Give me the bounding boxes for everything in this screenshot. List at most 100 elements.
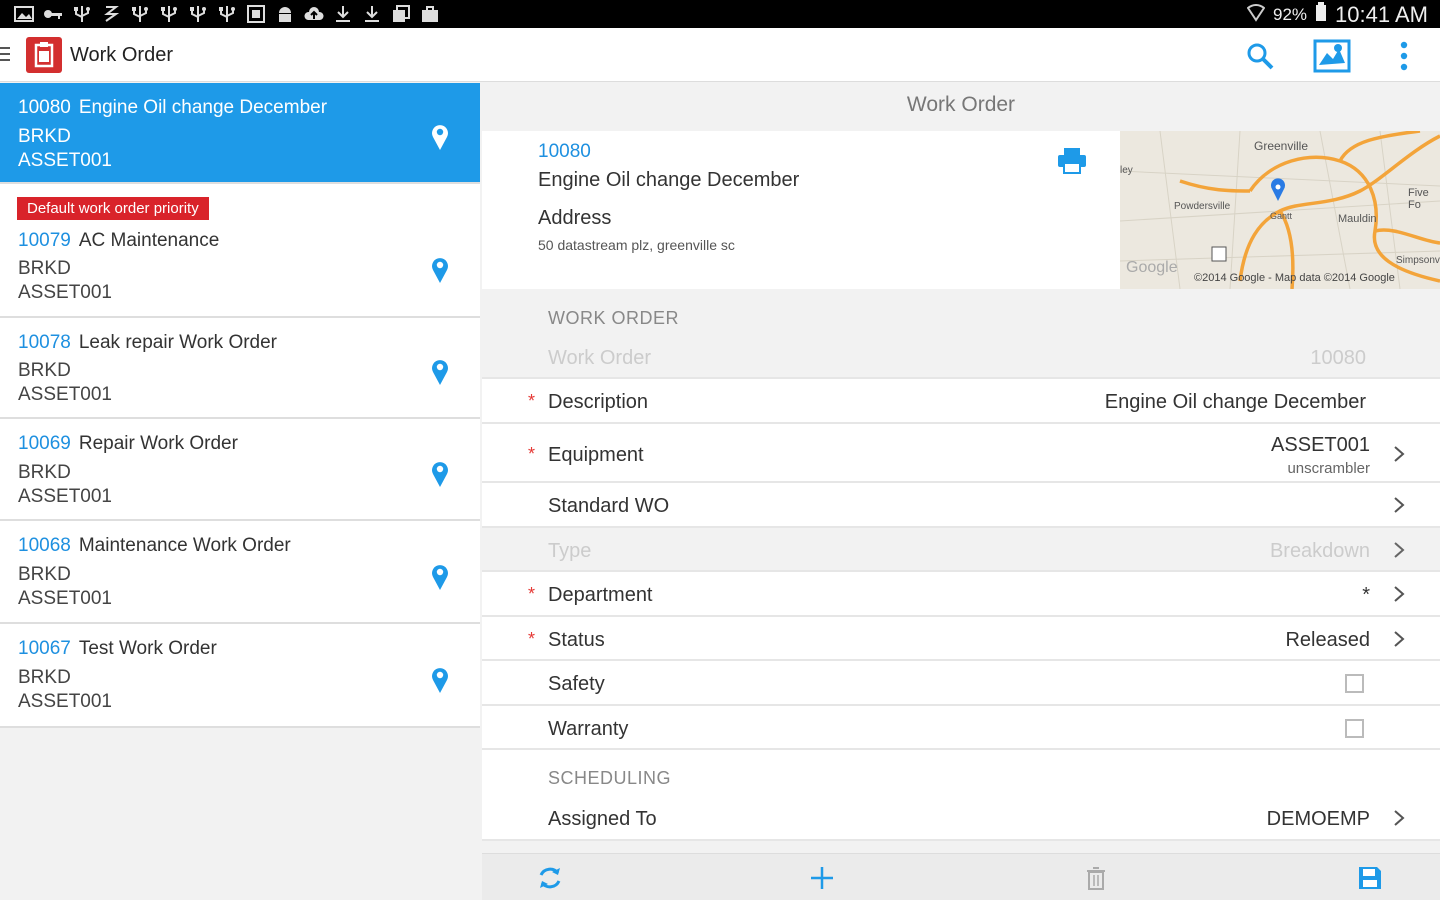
field-assigned-to[interactable]: Assigned To DEMOEMP <box>482 796 1440 841</box>
bottom-action-bar <box>482 853 1440 900</box>
field-value: DEMOEMP <box>1266 808 1370 830</box>
usb-icon <box>72 5 92 23</box>
wifi-icon <box>1246 2 1266 28</box>
work-order-title: Repair Work Order <box>78 433 238 454</box>
printer-icon <box>1058 148 1086 174</box>
copy-icon <box>391 5 411 23</box>
app-title: Work Order <box>70 44 173 66</box>
work-order-type: BRKD <box>18 360 71 381</box>
work-order-title: Test Work Order <box>78 638 217 659</box>
add-button[interactable] <box>806 862 838 894</box>
list-item[interactable]: 10078 Leak repair Work Order BRKD ASSET00… <box>0 318 480 419</box>
refresh-icon <box>539 867 561 889</box>
safety-checkbox[interactable] <box>1345 674 1364 693</box>
list-item[interactable]: 10080 Engine Oil change December BRKD ASS… <box>0 83 480 184</box>
field-department[interactable]: * Department * <box>482 572 1440 617</box>
field-value: Breakdown <box>1269 540 1370 562</box>
work-order-asset: ASSET001 <box>18 486 112 507</box>
work-order-title: Engine Oil change December <box>78 97 328 118</box>
map-label: Greenville <box>1254 139 1309 153</box>
overflow-menu-button[interactable] <box>1384 36 1424 76</box>
search-button[interactable] <box>1240 36 1280 76</box>
field-label: Status <box>548 629 605 651</box>
address-label: Address <box>538 207 612 229</box>
work-order-type: BRKD <box>18 126 71 147</box>
key-icon <box>43 5 63 23</box>
field-status[interactable]: * Status Released <box>482 617 1440 661</box>
battery-percent: 92% <box>1273 5 1308 24</box>
field-standard-wo[interactable]: Standard WO <box>482 483 1440 528</box>
print-button[interactable] <box>1056 147 1088 175</box>
refresh-button[interactable] <box>534 862 566 894</box>
location-pin-icon[interactable] <box>430 123 450 151</box>
field-label: Type <box>548 540 592 562</box>
map-label: Simpsonville <box>1396 255 1440 266</box>
work-order-title: Leak repair Work Order <box>78 332 278 353</box>
map-label: Five Fo <box>1408 187 1429 211</box>
field-label: Assigned To <box>548 808 657 830</box>
work-order-type: BRKD <box>18 462 71 483</box>
required-marker: * <box>528 444 536 464</box>
chevron-right-icon <box>1392 584 1406 604</box>
work-order-type: BRKD <box>18 564 71 585</box>
list-item[interactable]: 10068 Maintenance Work Order BRKD ASSET00… <box>0 521 480 624</box>
delete-button[interactable] <box>1080 862 1112 894</box>
field-description[interactable]: * Description Engine Oil change December <box>482 379 1440 424</box>
map-label: ley <box>1120 165 1133 176</box>
download-icon <box>362 5 382 23</box>
field-value: Released <box>1285 629 1370 651</box>
usb-icon <box>130 5 150 23</box>
field-value: 10080 <box>1310 347 1366 369</box>
work-order-number: 10069 <box>18 433 71 454</box>
save-button[interactable] <box>1354 862 1386 894</box>
status-right: 92% 10:41 AM <box>1246 2 1428 28</box>
field-value: Engine Oil change December <box>1104 391 1366 413</box>
work-order-asset: ASSET001 <box>18 691 112 712</box>
menu-icon[interactable] <box>0 47 10 61</box>
work-order-asset: ASSET001 <box>18 588 112 609</box>
field-label: Safety <box>548 673 605 695</box>
work-order-title: AC Maintenance <box>78 230 220 251</box>
field-type: Type Breakdown <box>482 528 1440 572</box>
field-label: Department <box>548 584 653 606</box>
location-pin-icon[interactable] <box>430 563 450 591</box>
list-item[interactable]: 10069 Repair Work Order BRKD ASSET001 <box>0 419 480 521</box>
field-work-order: Work Order 10080 <box>482 335 1440 379</box>
work-order-asset: ASSET001 <box>18 150 112 171</box>
field-label: Description <box>548 391 649 413</box>
field-subvalue: unscrambler <box>1287 460 1370 477</box>
address-value: 50 datastream plz, greenville sc <box>538 237 735 253</box>
chevron-right-icon <box>1392 540 1406 560</box>
chevron-right-icon <box>1392 808 1406 828</box>
clipboard-icon <box>34 42 54 68</box>
required-marker: * <box>528 584 536 604</box>
location-map[interactable]: Greenville Powdersville Five Fo Mauldin … <box>1120 131 1440 289</box>
app-logo[interactable] <box>26 37 62 73</box>
location-pin-icon[interactable] <box>430 256 450 284</box>
field-label: Equipment <box>548 444 644 466</box>
field-equipment[interactable]: * Equipment ASSET001 unscrambler <box>482 424 1440 483</box>
status-bar: 92% 10:41 AM <box>0 0 1440 28</box>
google-logo: Google <box>1126 259 1178 276</box>
location-pin-icon[interactable] <box>430 358 450 386</box>
notification-icons <box>14 5 440 23</box>
list-item[interactable]: 10067 Test Work Order BRKD ASSET001 <box>0 624 480 728</box>
map-icon <box>1313 39 1351 73</box>
chevron-right-icon <box>1392 629 1406 649</box>
add-icon <box>811 867 833 889</box>
delete-icon <box>1087 867 1105 890</box>
field-value: ASSET001 <box>1271 434 1370 456</box>
clock: 10:41 AM <box>1335 2 1428 27</box>
location-pin-icon[interactable] <box>430 460 450 488</box>
location-pin-icon[interactable] <box>430 666 450 694</box>
warranty-checkbox[interactable] <box>1345 719 1364 738</box>
map-label: Mauldin <box>1338 213 1377 225</box>
card-number: 10080 <box>538 141 591 162</box>
map-label: Powdersville <box>1174 201 1231 212</box>
map-button[interactable] <box>1312 36 1352 76</box>
download-icon <box>333 5 353 23</box>
list-item[interactable]: Default work order priority 10079 AC Main… <box>0 184 480 318</box>
field-label: Warranty <box>548 718 629 740</box>
work-order-number: 10067 <box>18 638 71 659</box>
priority-badge: Default work order priority <box>17 197 209 220</box>
